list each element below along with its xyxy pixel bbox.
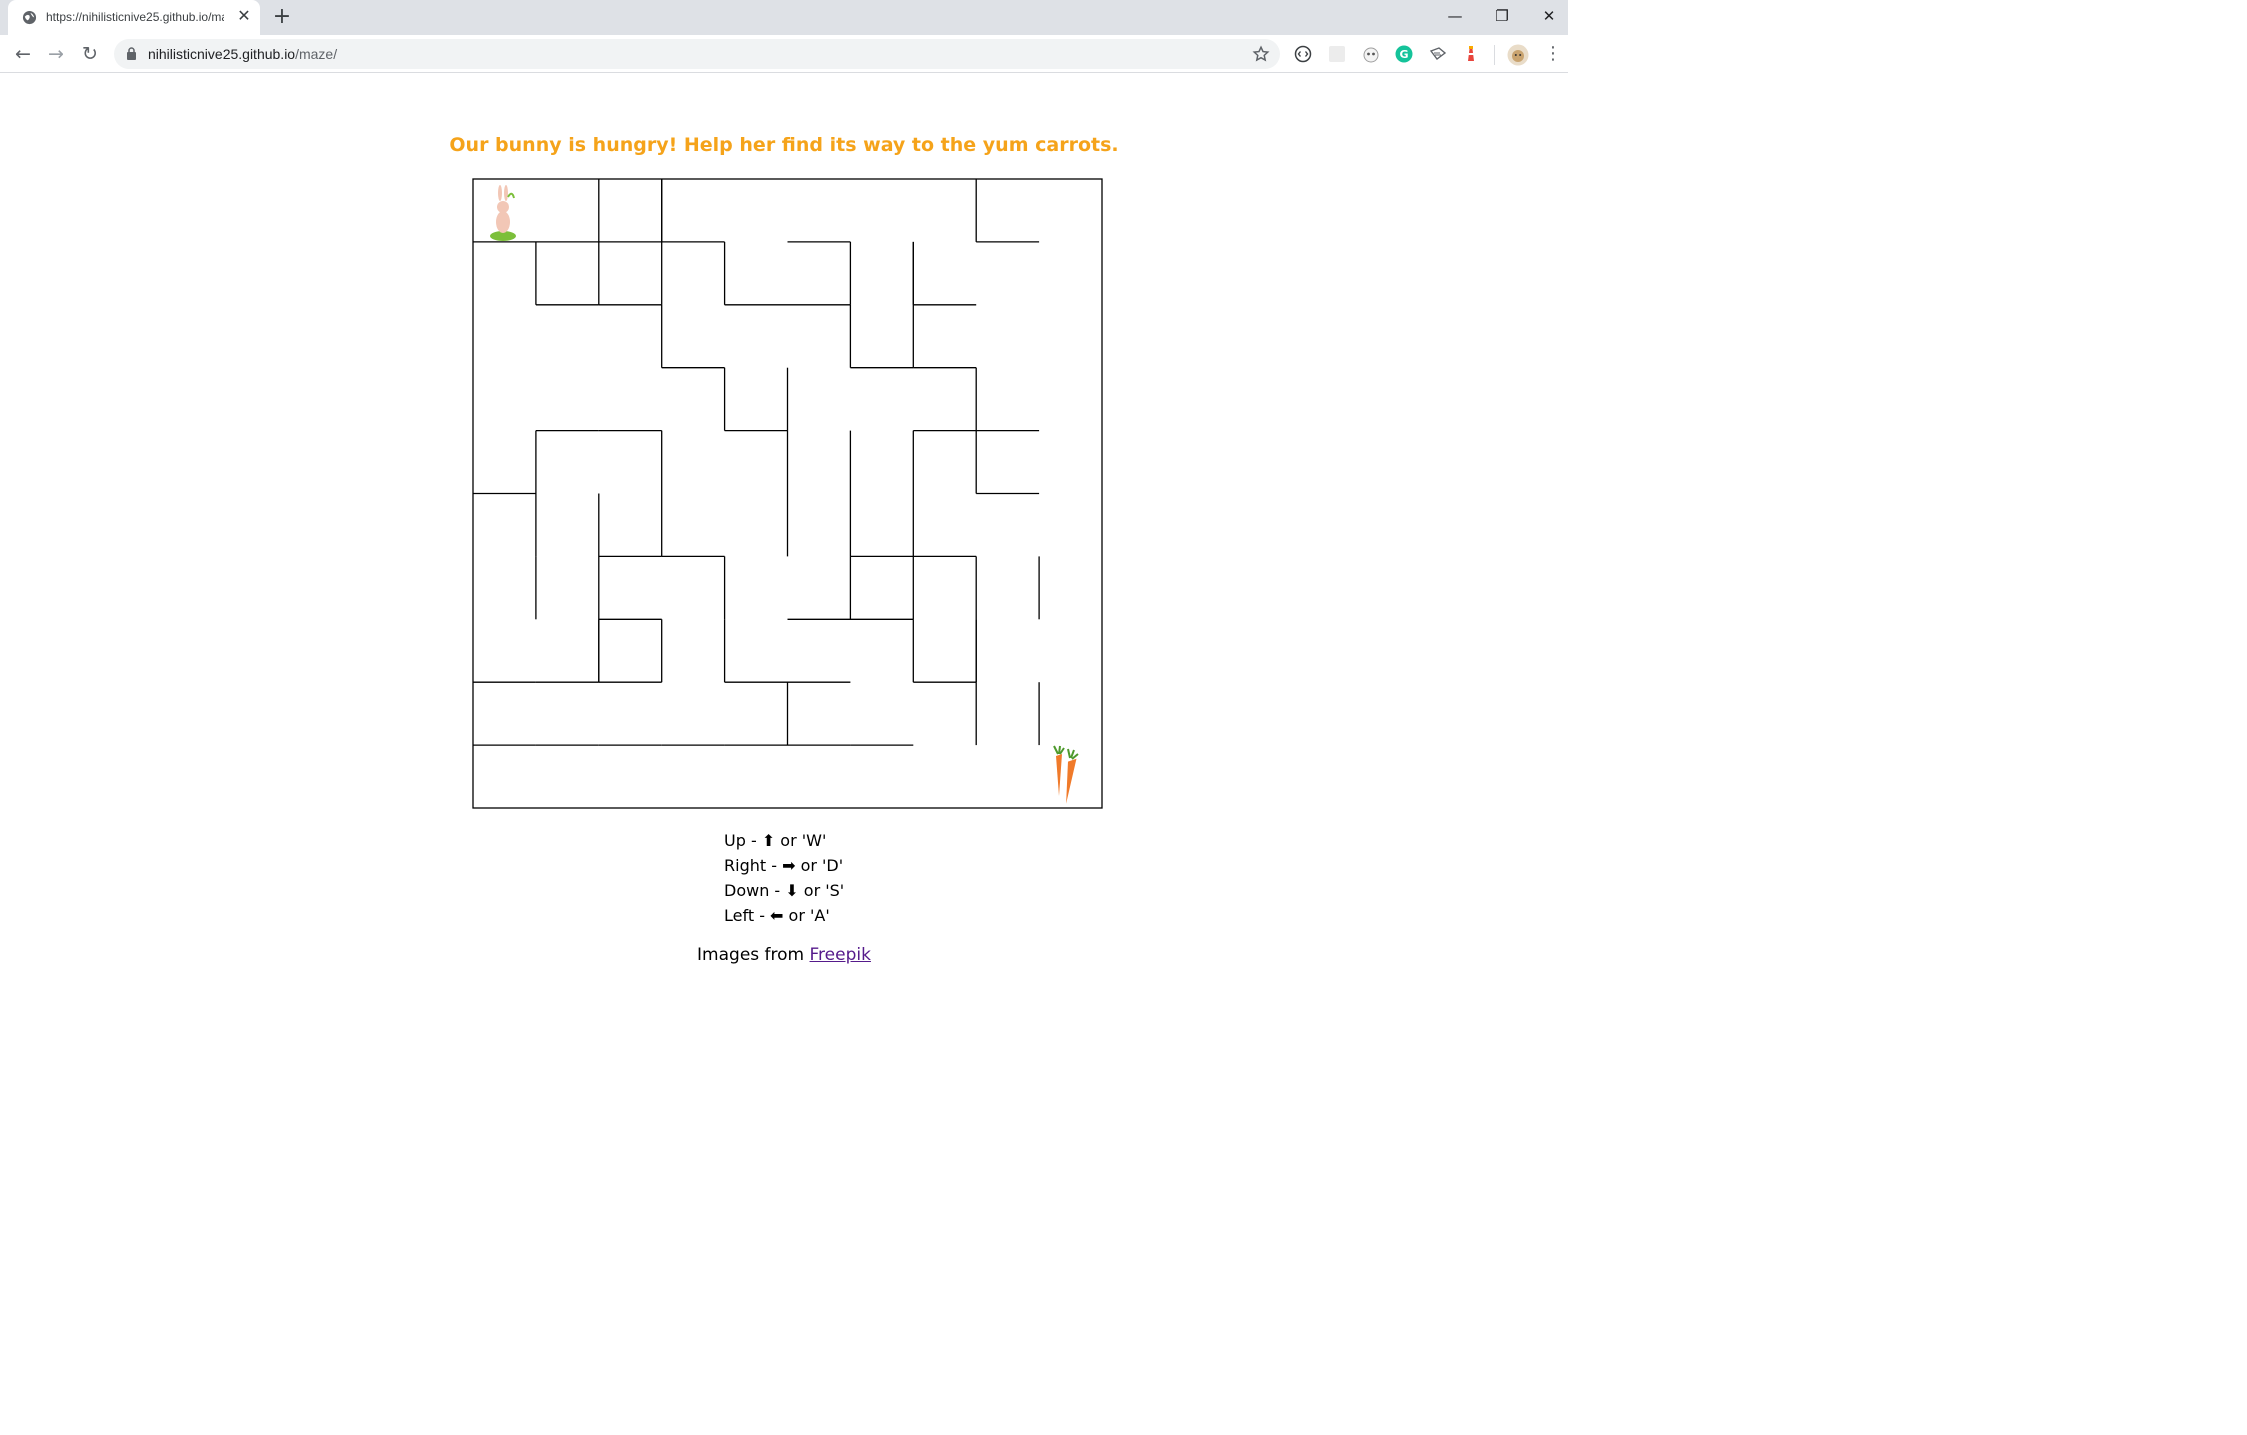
tab-strip: https://nihilisticnive25.github.io/maze/… [0, 0, 1568, 35]
tab-title: https://nihilisticnive25.github.io/maze/ [46, 10, 224, 24]
minimize-icon[interactable]: — [1441, 4, 1469, 28]
restore-icon[interactable]: ❐ [1488, 4, 1516, 28]
lock-icon[interactable] [126, 47, 137, 60]
browser-tab[interactable]: https://nihilisticnive25.github.io/maze/… [8, 0, 260, 35]
url-path: /maze/ [295, 46, 338, 62]
back-button[interactable]: ← [10, 41, 36, 67]
freepik-link[interactable]: Freepik [810, 945, 871, 965]
down-arrow-icon: ⬇ [785, 881, 799, 900]
menu-icon[interactable]: ⋮ [1540, 41, 1566, 67]
tab-close-icon[interactable]: ✕ [234, 6, 254, 26]
page-title: Our bunny is hungry! Help her find its w… [449, 134, 1119, 156]
image-credits: Images from Freepik [0, 945, 1568, 965]
control-left: Left - ⬅ or 'A' [724, 906, 830, 925]
credits-prefix: Images from [697, 945, 810, 965]
window-close-icon[interactable]: ✕ [1535, 4, 1563, 28]
bunny-icon [490, 185, 516, 241]
browser-toolbar: ← → ↻ nihilisticnive25.github.io/maze/ G… [0, 35, 1568, 73]
up-arrow-icon: ⬆ [761, 831, 776, 850]
url-host: nihilisticnive25.github.io [148, 46, 296, 62]
svg-text:G: G [1399, 48, 1408, 61]
lighthouse-extension-icon[interactable] [1462, 45, 1480, 63]
bookmark-star-icon[interactable] [1252, 45, 1270, 63]
new-tab-button[interactable]: + [270, 5, 294, 29]
tag-extension-icon[interactable] [1429, 45, 1447, 63]
maze-board[interactable] [472, 178, 1103, 809]
url-text: nihilisticnive25.github.io/maze/ [148, 46, 337, 62]
carrots-icon [1053, 745, 1079, 804]
address-bar[interactable]: nihilisticnive25.github.io/maze/ [114, 39, 1280, 69]
control-up: Up - ⬆ or 'W' [724, 831, 827, 850]
reload-button[interactable]: ↻ [77, 41, 103, 67]
panda-extension-icon[interactable] [1362, 45, 1380, 63]
forward-button[interactable]: → [43, 41, 69, 67]
left-arrow-icon: ⬅ [770, 906, 784, 925]
blank-extension-icon[interactable] [1328, 45, 1346, 63]
control-down: Down - ⬇ or 'S' [724, 881, 845, 900]
maze-walls [472, 178, 1103, 809]
code-extension-icon[interactable] [1294, 45, 1312, 63]
globe-icon [22, 10, 37, 25]
right-arrow-icon: ➡ [782, 856, 796, 875]
grammarly-icon[interactable]: G [1395, 45, 1413, 63]
control-right: Right - ➡ or 'D' [724, 856, 844, 875]
profile-avatar[interactable] [1507, 44, 1529, 66]
toolbar-divider [1494, 45, 1495, 65]
controls-legend: Up - ⬆ or 'W' Right - ➡ or 'D' Down - ⬇ … [724, 828, 844, 928]
